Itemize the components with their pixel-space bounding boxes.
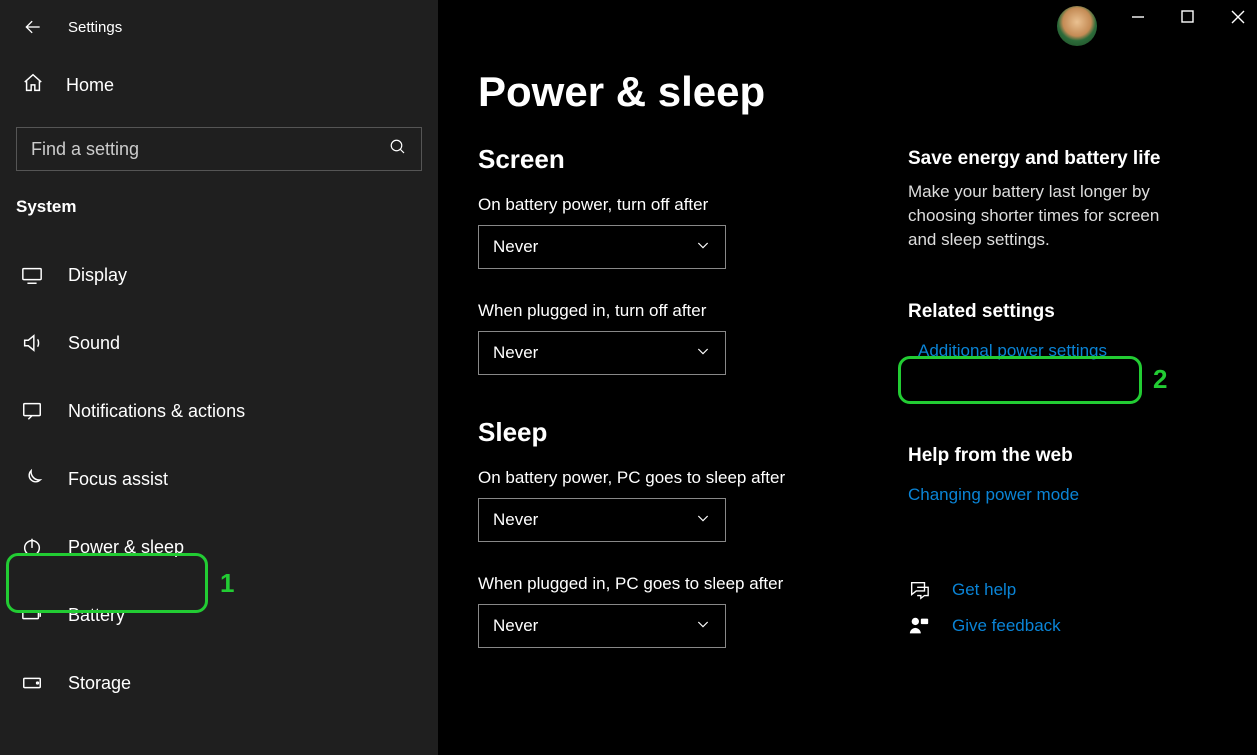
- changing-power-mode-link[interactable]: Changing power mode: [908, 485, 1079, 505]
- chevron-down-icon: [695, 616, 711, 637]
- maximize-button[interactable]: [1177, 6, 1199, 28]
- dropdown-value: Never: [493, 510, 538, 530]
- sidebar-item-label: Storage: [68, 673, 131, 694]
- storage-icon: [20, 671, 44, 695]
- home-icon: [22, 72, 44, 99]
- sidebar-item-label: Notifications & actions: [68, 401, 245, 422]
- window-controls: [1127, 6, 1249, 28]
- sidebar-home[interactable]: Home: [0, 58, 438, 113]
- give-feedback-row[interactable]: Give feedback: [908, 615, 1217, 637]
- sidebar-item-label: Sound: [68, 333, 120, 354]
- sidebar-item-focus-assist[interactable]: Focus assist: [0, 445, 438, 513]
- search-icon: [389, 138, 407, 161]
- moon-icon: [20, 467, 44, 491]
- screen-plugged-label: When plugged in, turn off after: [478, 301, 898, 321]
- notifications-icon: [20, 399, 44, 423]
- sidebar-item-label: Display: [68, 265, 127, 286]
- chat-icon: [908, 579, 930, 601]
- screen-plugged-dropdown[interactable]: Never: [478, 331, 726, 375]
- give-feedback-link[interactable]: Give feedback: [952, 616, 1061, 636]
- chevron-down-icon: [695, 237, 711, 258]
- back-button[interactable]: [22, 16, 44, 38]
- sidebar-item-label: Focus assist: [68, 469, 168, 490]
- sleep-plugged-label: When plugged in, PC goes to sleep after: [478, 574, 898, 594]
- sleep-battery-dropdown[interactable]: Never: [478, 498, 726, 542]
- sleep-battery-label: On battery power, PC goes to sleep after: [478, 468, 898, 488]
- feedback-icon: [908, 615, 930, 637]
- section-sleep-title: Sleep: [478, 417, 898, 448]
- search-input[interactable]: [31, 139, 332, 160]
- additional-power-settings-link[interactable]: Additional power settings: [918, 341, 1107, 361]
- dropdown-value: Never: [493, 343, 538, 363]
- help-web-heading: Help from the web: [908, 445, 1217, 467]
- sidebar-item-label: Battery: [68, 605, 125, 626]
- display-icon: [20, 263, 44, 287]
- sidebar-nav: Display Sound Notifications & actions Fo…: [0, 241, 438, 717]
- screen-battery-label: On battery power, turn off after: [478, 195, 898, 215]
- sidebar: Settings Home System Display: [0, 0, 438, 755]
- sidebar-item-sound[interactable]: Sound: [0, 309, 438, 377]
- sidebar-item-display[interactable]: Display: [0, 241, 438, 309]
- get-help-row[interactable]: Get help: [908, 579, 1217, 601]
- power-icon: [20, 535, 44, 559]
- energy-text: Make your battery last longer by choosin…: [908, 180, 1178, 251]
- sidebar-category: System: [0, 193, 438, 231]
- minimize-button[interactable]: [1127, 6, 1149, 28]
- dropdown-value: Never: [493, 616, 538, 636]
- get-help-link[interactable]: Get help: [952, 580, 1016, 600]
- sidebar-item-storage[interactable]: Storage: [0, 649, 438, 717]
- chevron-down-icon: [695, 510, 711, 531]
- sidebar-home-label: Home: [66, 75, 114, 96]
- search-box[interactable]: [16, 127, 422, 171]
- sidebar-item-power-sleep[interactable]: Power & sleep: [0, 513, 438, 581]
- sidebar-item-notifications[interactable]: Notifications & actions: [0, 377, 438, 445]
- sleep-plugged-dropdown[interactable]: Never: [478, 604, 726, 648]
- sidebar-item-label: Power & sleep: [68, 537, 184, 558]
- window-title: Settings: [68, 19, 122, 36]
- section-screen-title: Screen: [478, 144, 898, 175]
- chevron-down-icon: [695, 343, 711, 364]
- screen-battery-dropdown[interactable]: Never: [478, 225, 726, 269]
- user-avatar[interactable]: [1057, 6, 1097, 46]
- close-button[interactable]: [1227, 6, 1249, 28]
- page-title: Power & sleep: [478, 68, 898, 116]
- battery-icon: [20, 603, 44, 627]
- dropdown-value: Never: [493, 237, 538, 257]
- sidebar-item-battery[interactable]: Battery: [0, 581, 438, 649]
- related-heading: Related settings: [908, 301, 1217, 323]
- main-content: Power & sleep Screen On battery power, t…: [438, 0, 1257, 755]
- energy-heading: Save energy and battery life: [908, 148, 1217, 170]
- sound-icon: [20, 331, 44, 355]
